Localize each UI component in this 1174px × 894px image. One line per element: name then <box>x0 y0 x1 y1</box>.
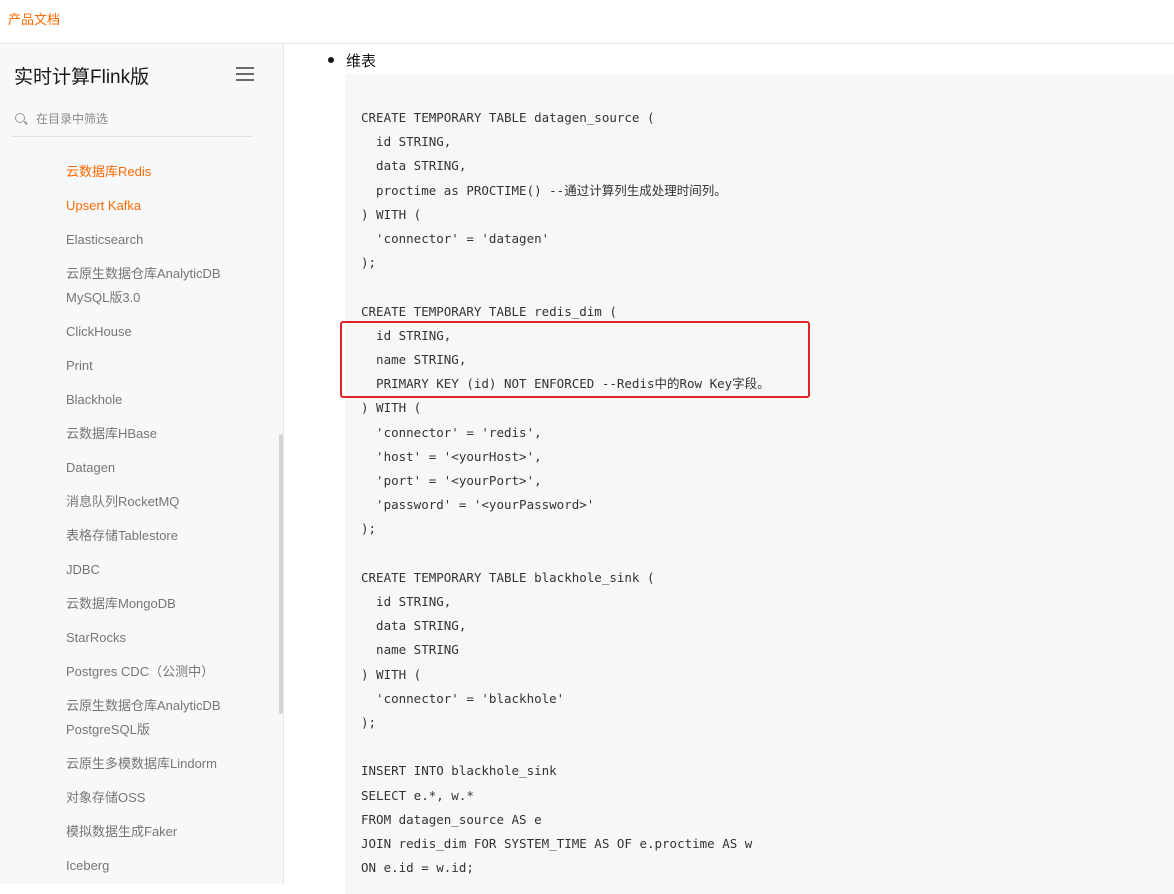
code-line: 'port' = '<yourPort>', <box>361 473 542 489</box>
sidebar-item-datagen[interactable]: Datagen <box>66 456 115 480</box>
sidebar-title: 实时计算Flink版 <box>14 67 150 88</box>
sidebar-item-iceberg[interactable]: Iceberg <box>66 854 109 878</box>
main-content: 维表 CREATE TEMPORARY TABLE datagen_source… <box>284 44 1174 894</box>
sidebar-item-elasticsearch[interactable]: Elasticsearch <box>66 228 143 252</box>
code-line: FROM datagen_source AS e <box>361 811 542 827</box>
code-line: CREATE TEMPORARY TABLE datagen_source ( <box>361 110 655 125</box>
code-line: 'password' = '<yourPassword>' <box>361 497 595 513</box>
filter-input[interactable] <box>34 109 244 129</box>
breadcrumb-product-docs[interactable]: 产品文档 <box>8 9 60 28</box>
code-line: data STRING, <box>361 158 467 174</box>
sidebar-item-hbase[interactable]: 云数据库HBase <box>66 422 157 446</box>
sidebar-item-rocketmq[interactable]: 消息队列RocketMQ <box>66 490 179 514</box>
code-line: 'connector' = 'datagen' <box>361 231 550 247</box>
code-line: proctime as PROCTIME() --通过计算列生成处理时间列。 <box>361 182 727 198</box>
code-line: name STRING <box>361 642 459 658</box>
sidebar-item-print[interactable]: Print <box>66 354 93 378</box>
code-line: ); <box>361 255 377 271</box>
sidebar-item-postgres-cdc[interactable]: Postgres CDC（公测中） <box>66 660 214 684</box>
sidebar-item-jdbc[interactable]: JDBC <box>66 558 100 582</box>
search-icon <box>15 113 25 123</box>
code-line: ON e.id = w.id; <box>361 860 474 876</box>
sidebar: 实时计算Flink版 云数据库Redis Upsert Kafka Elasti… <box>0 44 284 884</box>
code-line: ) WITH ( <box>361 666 422 682</box>
highlight-annotation-box <box>340 321 810 398</box>
filter-field[interactable] <box>12 106 253 137</box>
code-line: CREATE TEMPORARY TABLE blackhole_sink ( <box>361 569 655 585</box>
bullet-text-dim-table: 维表 <box>346 53 377 70</box>
code-line: INSERT INTO blackhole_sink <box>361 763 557 779</box>
sidebar-scrollbar[interactable] <box>279 434 283 714</box>
menu-icon[interactable] <box>236 67 254 81</box>
sidebar-item-upsert-kafka[interactable]: Upsert Kafka <box>66 194 141 218</box>
sidebar-item-starrocks[interactable]: StarRocks <box>66 626 126 650</box>
code-line: 'connector' = 'redis', <box>361 424 542 440</box>
top-bar: 产品文档 <box>0 0 1174 44</box>
code-line: data STRING, <box>361 618 467 634</box>
sidebar-item-oss[interactable]: 对象存储OSS <box>66 786 145 810</box>
sidebar-item-lindorm[interactable]: 云原生多模数据库Lindorm <box>66 752 217 776</box>
sidebar-item-blackhole[interactable]: Blackhole <box>66 388 122 412</box>
bullet-dot <box>328 57 334 63</box>
code-line: 'connector' = 'blackhole' <box>361 690 565 706</box>
code-line: JOIN redis_dim FOR SYSTEM_TIME AS OF e.p… <box>361 836 753 852</box>
sidebar-item-analyticdb-postgresql[interactable]: 云原生数据仓库AnalyticDB PostgreSQL版 <box>66 694 221 742</box>
code-line: ) WITH ( <box>361 206 422 222</box>
code-line: id STRING, <box>361 594 452 610</box>
sidebar-item-redis[interactable]: 云数据库Redis <box>66 160 151 184</box>
sidebar-item-tablestore[interactable]: 表格存储Tablestore <box>66 524 178 548</box>
code-line: id STRING, <box>361 134 452 150</box>
code-block: CREATE TEMPORARY TABLE datagen_source ( … <box>340 74 1174 894</box>
sidebar-item-faker[interactable]: 模拟数据生成Faker <box>66 820 177 844</box>
code-line: SELECT e.*, w.* <box>361 787 474 803</box>
sidebar-item-analyticdb-mysql[interactable]: 云原生数据仓库AnalyticDB MySQL版3.0 <box>66 262 221 310</box>
code-line: 'host' = '<yourHost>', <box>361 448 542 464</box>
code-line: ) WITH ( <box>361 400 422 416</box>
sidebar-item-clickhouse[interactable]: ClickHouse <box>66 320 132 344</box>
sidebar-item-mongodb[interactable]: 云数据库MongoDB <box>66 592 176 616</box>
code-line: ); <box>361 521 377 537</box>
code-line: ); <box>361 715 377 731</box>
sql-code: CREATE TEMPORARY TABLE datagen_source ( … <box>361 106 770 881</box>
